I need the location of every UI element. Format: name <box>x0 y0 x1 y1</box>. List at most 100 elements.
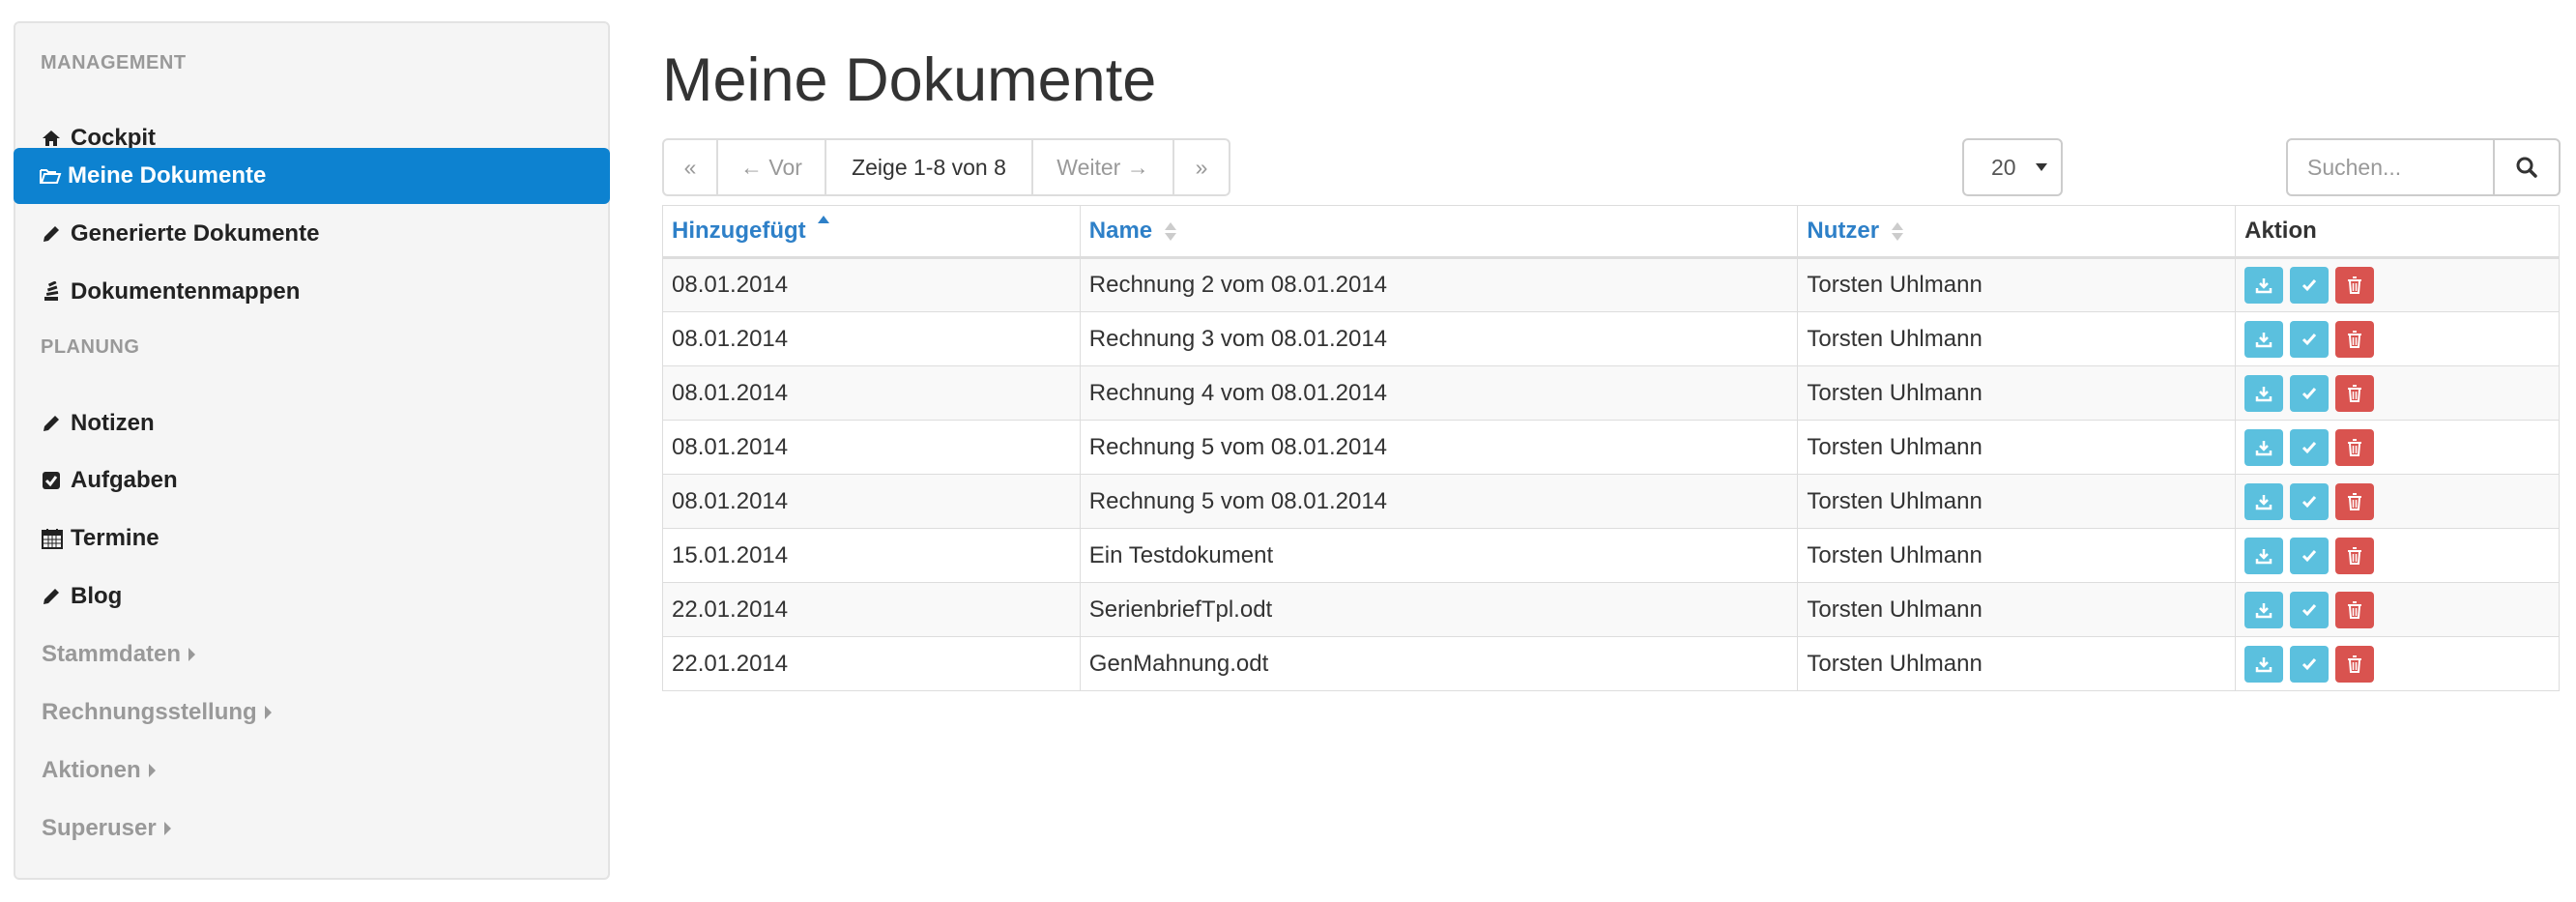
cell-name: GenMahnung.odt <box>1079 636 1799 691</box>
download-icon <box>2255 602 2272 618</box>
row-actions <box>2244 645 2550 683</box>
search-input[interactable] <box>2286 138 2495 196</box>
column-header-name[interactable]: Name <box>1079 205 1799 259</box>
download-button[interactable] <box>2244 428 2284 466</box>
trash-icon <box>2348 330 2362 348</box>
cell-name: Ein Testdokument <box>1079 528 1799 583</box>
sidebar-item-dokumentenmappen[interactable]: Dokumentenmappen <box>16 264 609 320</box>
table-row: 08.01.2014 Rechnung 4 vom 08.01.2014 Torst… <box>662 365 2560 421</box>
download-button[interactable] <box>2244 537 2284 574</box>
per-page-select[interactable]: 20 <box>1962 138 2063 196</box>
download-icon <box>2255 278 2272 294</box>
cell-date: 08.01.2014 <box>662 257 1081 312</box>
sidebar-item-label: Superuser <box>42 815 157 841</box>
cell-user: Torsten Uhlmann <box>1797 257 2237 312</box>
check-icon <box>2302 333 2317 345</box>
sidebar-item-label: Notizen <box>71 410 155 436</box>
sort-icon <box>1164 221 1176 243</box>
pagination-last-button[interactable]: » <box>1174 140 1229 194</box>
sidebar-item-label: Blog <box>71 583 123 609</box>
sidebar-item-rechnungsstellung[interactable]: Rechnungsstellung <box>16 684 609 741</box>
confirm-button[interactable] <box>2290 537 2330 574</box>
confirm-button[interactable] <box>2290 267 2330 304</box>
cell-user: Torsten Uhlmann <box>1797 582 2237 637</box>
table-row: 15.01.2014 Ein Testdokument Torsten Uhlman… <box>662 528 2560 583</box>
sidebar-item-generierte-dokumente[interactable]: Generierte Dokumente <box>16 206 609 262</box>
trash-icon <box>2348 600 2362 619</box>
cell-actions <box>2235 528 2560 583</box>
cell-date: 08.01.2014 <box>662 365 1081 421</box>
download-icon <box>2255 332 2272 347</box>
confirm-button[interactable] <box>2290 591 2330 628</box>
sidebar: MANAGEMENT Cockpit Meine Dokumente Gener… <box>14 21 610 880</box>
page-title: Meine Dokumente <box>662 46 1157 114</box>
pagination-next-button[interactable]: Weiter → <box>1033 140 1174 194</box>
sidebar-item-termine[interactable]: Termine <box>16 510 609 567</box>
folder-open-icon <box>39 166 66 186</box>
delete-button[interactable] <box>2335 374 2375 412</box>
sidebar-item-superuser[interactable]: Superuser <box>16 800 609 857</box>
cell-actions <box>2235 474 2560 529</box>
download-button[interactable] <box>2244 374 2284 412</box>
delete-button[interactable] <box>2335 482 2375 520</box>
download-button[interactable] <box>2244 645 2284 683</box>
row-actions <box>2244 320 2550 358</box>
delete-button[interactable] <box>2335 645 2375 683</box>
delete-button[interactable] <box>2335 267 2375 304</box>
download-button[interactable] <box>2244 591 2284 628</box>
trash-icon <box>2348 438 2362 456</box>
delete-button[interactable] <box>2335 428 2375 466</box>
download-button[interactable] <box>2244 267 2284 304</box>
confirm-button[interactable] <box>2290 482 2330 520</box>
table-row: 08.01.2014 Rechnung 3 vom 08.01.2014 Torst… <box>662 311 2560 366</box>
delete-button[interactable] <box>2335 591 2375 628</box>
sidebar-item-meine-dokumente[interactable]: Meine Dokumente <box>14 148 610 204</box>
download-icon <box>2255 386 2272 401</box>
confirm-button[interactable] <box>2290 374 2330 412</box>
sidebar-item-aufgaben[interactable]: Aufgaben <box>16 452 609 509</box>
cell-user: Torsten Uhlmann <box>1797 474 2237 529</box>
per-page-value: 20 <box>1991 154 2016 180</box>
table-row: 08.01.2014 Rechnung 5 vom 08.01.2014 Torst… <box>662 420 2560 475</box>
column-header-hinzugefuegt[interactable]: Hinzugefügt <box>662 205 1081 259</box>
caret-right-icon <box>264 706 272 719</box>
cell-actions <box>2235 636 2560 691</box>
cell-name: Rechnung 2 vom 08.01.2014 <box>1079 257 1799 312</box>
cell-name: Rechnung 5 vom 08.01.2014 <box>1079 420 1799 475</box>
column-header-nutzer[interactable]: Nutzer <box>1797 205 2237 259</box>
documents-table: Hinzugefügt Name Nutzer Aktion 08.01.201… <box>662 205 2560 691</box>
trash-icon <box>2348 384 2362 402</box>
delete-button[interactable] <box>2335 320 2375 358</box>
pagination-prev-button[interactable]: ← Vor <box>718 140 826 194</box>
sidebar-item-blog[interactable]: Blog <box>16 568 609 625</box>
section-header-planung: PLANUNG <box>41 336 140 358</box>
pagination: « ← Vor Zeige 1-8 von 8 Weiter → » <box>662 138 1230 196</box>
sidebar-item-label: Dokumentenmappen <box>71 278 301 305</box>
download-button[interactable] <box>2244 320 2284 358</box>
chevron-down-icon <box>2036 163 2047 171</box>
delete-button[interactable] <box>2335 537 2375 574</box>
sidebar-item-label: Generierte Dokumente <box>71 220 320 247</box>
sidebar-item-stammdaten[interactable]: Stammdaten <box>16 626 609 683</box>
download-icon <box>2255 494 2272 509</box>
confirm-button[interactable] <box>2290 320 2330 358</box>
pagination-info: Zeige 1-8 von 8 <box>826 140 1033 194</box>
pencil-icon <box>42 414 69 433</box>
column-header-label: Hinzugefügt <box>672 218 806 244</box>
confirm-button[interactable] <box>2290 645 2330 683</box>
cell-actions <box>2235 365 2560 421</box>
check-icon <box>2302 387 2317 399</box>
sidebar-item-label: Meine Dokumente <box>68 162 267 189</box>
download-button[interactable] <box>2244 482 2284 520</box>
cell-name: SerienbriefTpl.odt <box>1079 582 1799 637</box>
sidebar-item-aktionen[interactable]: Aktionen <box>16 742 609 799</box>
confirm-button[interactable] <box>2290 428 2330 466</box>
download-icon <box>2255 440 2272 455</box>
check-icon <box>2302 657 2317 670</box>
sidebar-item-notizen[interactable]: Notizen <box>16 395 609 451</box>
row-actions <box>2244 591 2550 628</box>
search-button[interactable] <box>2495 138 2561 196</box>
pagination-first-button[interactable]: « <box>664 140 718 194</box>
check-icon <box>2302 279 2317 292</box>
check-icon <box>2302 549 2317 562</box>
